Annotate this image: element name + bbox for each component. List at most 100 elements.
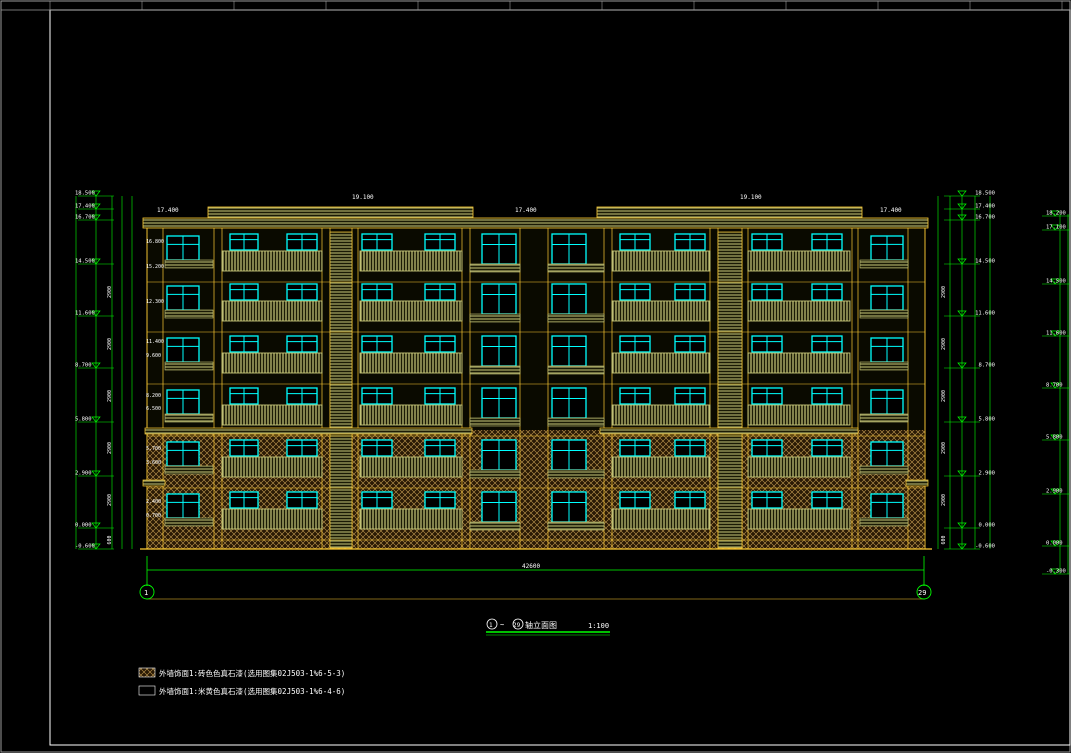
- window: [674, 283, 706, 301]
- elevation-label: 2.900: [1046, 489, 1063, 495]
- legend: 外墙饰面1:砖色色真石漆(选用图集02J503-1%6-5-3) 外墙饰面1:米…: [138, 667, 345, 696]
- balcony-rail: [611, 300, 711, 322]
- axis-bubbles: 42600 1 29: [139, 556, 932, 600]
- inner-level-label: 15.200: [146, 264, 164, 270]
- elevation-label: -0.600: [75, 544, 95, 550]
- elevation-label: 5.800: [1046, 435, 1063, 441]
- window: [619, 387, 651, 405]
- top-ruler: [49, 1, 1063, 10]
- window: [751, 233, 783, 251]
- balcony-rail: [747, 508, 851, 530]
- panel-band: [164, 309, 214, 319]
- window: [424, 387, 456, 405]
- window: [481, 335, 517, 367]
- window: [286, 491, 318, 509]
- elevation-label: 2.900: [978, 471, 995, 477]
- panel-band: [164, 361, 214, 371]
- inner-level-label: 9.600: [146, 353, 161, 359]
- balcony-rail: [747, 352, 851, 374]
- dim-text: 600: [107, 535, 113, 544]
- window: [481, 283, 517, 315]
- balcony-rail: [221, 300, 323, 322]
- window: [870, 441, 904, 467]
- window: [286, 335, 318, 353]
- elevation-label: 11.600: [75, 311, 95, 317]
- window: [286, 233, 318, 251]
- balcony-rail: [359, 352, 463, 374]
- balcony-rail: [221, 508, 323, 530]
- title-sep: ~: [500, 621, 504, 629]
- window: [674, 491, 706, 509]
- panel-band: [547, 313, 605, 323]
- window: [751, 491, 783, 509]
- balcony-rail: [611, 508, 711, 530]
- panel-band: [859, 465, 909, 475]
- elevation-label: 5.800: [978, 417, 995, 423]
- legend-swatch-brick: [138, 667, 156, 678]
- window: [619, 439, 651, 457]
- window: [166, 493, 200, 519]
- stair-strip: [717, 231, 743, 549]
- window: [481, 387, 517, 419]
- window: [751, 387, 783, 405]
- roof-label-left: 19.100: [352, 194, 374, 201]
- axis-label-right: 29: [918, 589, 926, 597]
- window: [811, 439, 843, 457]
- elevation-label: 18.500: [75, 191, 95, 197]
- window: [361, 439, 393, 457]
- elevation-drawing: 18.500 17.400 16.700 14.500 11.600 8.700 5.800…: [0, 0, 1071, 753]
- balcony-rail: [359, 404, 463, 426]
- balcony-rail: [221, 404, 323, 426]
- window: [551, 439, 587, 471]
- elevation-label: -0.600: [975, 544, 995, 550]
- balcony-rail: [221, 250, 323, 272]
- building-elevation: [140, 206, 932, 600]
- inner-level-label: 8.200: [146, 393, 161, 399]
- window: [229, 233, 259, 251]
- window: [424, 233, 456, 251]
- balcony-rail: [359, 456, 463, 478]
- cornice: [142, 479, 166, 487]
- dim-text: 2900: [941, 494, 947, 506]
- window: [286, 439, 318, 457]
- elevation-label: 0.000: [75, 523, 92, 529]
- window: [811, 335, 843, 353]
- window: [229, 335, 259, 353]
- elevation-label: 5.800: [75, 417, 92, 423]
- total-width-label: 42600: [522, 563, 540, 570]
- panel-band: [547, 469, 605, 479]
- dim-text: 2900: [941, 338, 947, 350]
- panel-band: [469, 417, 521, 427]
- panel-band: [859, 259, 909, 269]
- elevation-label: 8.700: [978, 363, 995, 369]
- window: [811, 233, 843, 251]
- legend-label-1: 外墙饰面1:砖色色真石漆(选用图集02J503-1%6-5-3): [159, 668, 345, 678]
- panel-band: [469, 521, 521, 531]
- window: [481, 233, 517, 265]
- dim-text: 2900: [941, 442, 947, 454]
- window: [811, 387, 843, 405]
- window: [870, 493, 904, 519]
- window: [166, 337, 200, 363]
- dim-text: 2900: [941, 286, 947, 298]
- window: [229, 439, 259, 457]
- elevation-label: 18.200: [1046, 211, 1066, 217]
- window: [424, 439, 456, 457]
- elevation-label: 11.600: [975, 311, 995, 317]
- panel-band: [469, 365, 521, 375]
- inner-level-label: 5.700: [146, 446, 161, 452]
- panel-band: [547, 365, 605, 375]
- window: [166, 441, 200, 467]
- panel-band: [469, 469, 521, 479]
- window: [481, 491, 517, 523]
- balcony-rail: [611, 456, 711, 478]
- parapet-label-left: 17.400: [157, 207, 179, 214]
- window: [424, 335, 456, 353]
- dim-text: 2900: [107, 494, 113, 506]
- panel-band: [164, 413, 214, 423]
- elevation-marker: [957, 190, 967, 197]
- window: [286, 387, 318, 405]
- elevation-label: 14.500: [975, 259, 995, 265]
- roof-label-right: 19.100: [740, 194, 762, 201]
- elevation-label: 17.100: [1046, 225, 1066, 231]
